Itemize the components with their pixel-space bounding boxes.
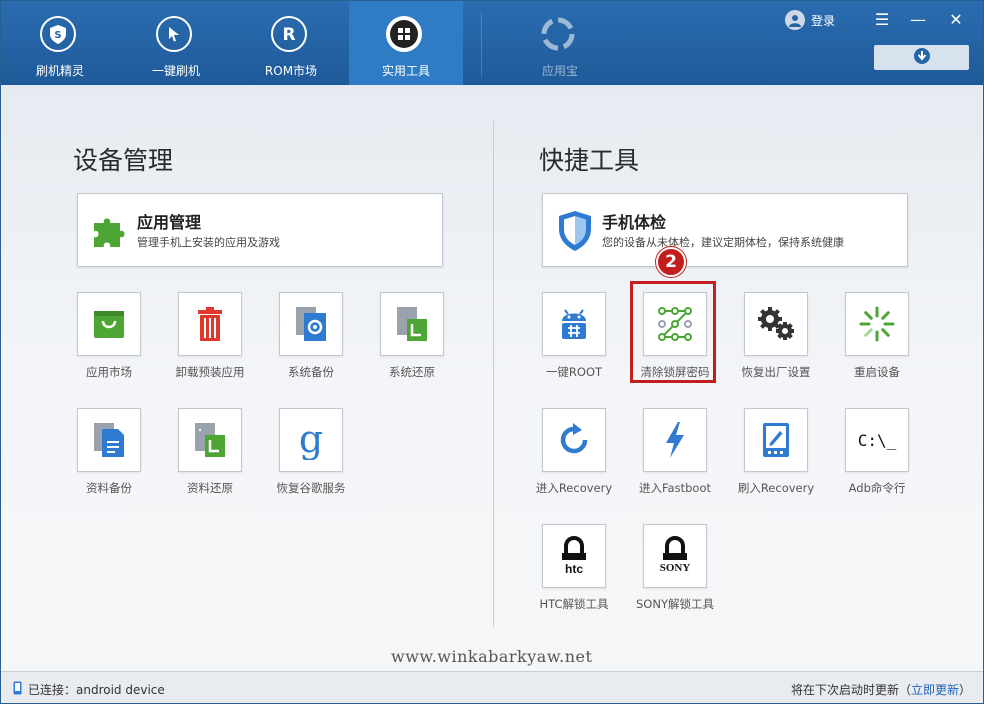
app-management-subtitle: 管理手机上安装的应用及游戏 bbox=[137, 236, 280, 249]
status-bar: 已连接：android device 将在下次启动时更新（立即更新） bbox=[1, 671, 983, 703]
tool-label: 恢复谷歌服务 bbox=[276, 481, 346, 495]
system-restore-icon bbox=[380, 292, 444, 356]
tool-system-backup[interactable]: 系统备份 bbox=[261, 292, 361, 392]
terminal-glyph: C:\_ bbox=[857, 430, 897, 450]
menu-button[interactable]: ☰ bbox=[871, 9, 893, 31]
shield-check-icon bbox=[555, 209, 595, 253]
htc-brand-text: htc bbox=[565, 562, 583, 576]
data-backup-icon bbox=[77, 408, 141, 472]
lightning-icon bbox=[643, 408, 707, 472]
tool-label: SONY解锁工具 bbox=[636, 597, 714, 611]
device-section-title: 设备管理 bbox=[73, 146, 174, 175]
tool-label: Adb命令行 bbox=[848, 481, 906, 495]
login-label: 登录 bbox=[811, 13, 836, 28]
quick-section-title: 快捷工具 bbox=[539, 146, 640, 175]
tab-app-store[interactable]: 应用宝 bbox=[503, 1, 617, 85]
trash-icon bbox=[178, 292, 242, 356]
minimize-button[interactable]: — bbox=[907, 9, 929, 31]
gears-icon bbox=[744, 292, 808, 356]
tool-enter-fastboot[interactable]: 进入Fastboot bbox=[625, 408, 725, 508]
phone-checkup-subtitle: 您的设备从未体检，建议定期体检，保持系统健康 bbox=[602, 236, 844, 249]
tool-flash-recovery[interactable]: 刷入Recovery bbox=[726, 408, 826, 508]
pattern-lock-icon bbox=[643, 292, 707, 356]
connection-text: 已连接：android device bbox=[28, 683, 165, 697]
tool-data-restore[interactable]: 资料还原 bbox=[160, 408, 260, 508]
update-close-paren: ） bbox=[958, 683, 971, 697]
svg-text:R: R bbox=[282, 25, 295, 44]
refresh-arrow-icon bbox=[542, 408, 606, 472]
close-button[interactable]: ✕ bbox=[945, 9, 967, 31]
step-badge: 2 bbox=[656, 247, 686, 277]
sony-lock-icon: SONY bbox=[643, 524, 707, 588]
update-now-link[interactable]: 立即更新 bbox=[911, 683, 959, 697]
app-window: S 刷机精灵 一键刷机 R ROM市场 实用工具 应用宝 登录 ☰ — ✕ 设备… bbox=[0, 0, 984, 704]
tool-adb-command-line[interactable]: C:\_ Adb命令行 bbox=[827, 408, 927, 508]
loading-spinner-icon bbox=[845, 292, 909, 356]
android-root-icon bbox=[542, 292, 606, 356]
app-store-icon bbox=[540, 16, 576, 52]
tab-utilities[interactable]: 实用工具 bbox=[349, 1, 463, 85]
tool-clear-lock-password[interactable]: 清除锁屏密码 bbox=[625, 292, 725, 392]
tool-htc-unlock[interactable]: htc HTC解锁工具 bbox=[524, 524, 624, 624]
tab-label: ROM市场 bbox=[264, 64, 318, 78]
tool-label: 重启设备 bbox=[854, 365, 900, 379]
tab-shuaji-jingling[interactable]: S 刷机精灵 bbox=[3, 1, 117, 85]
cursor-icon bbox=[156, 16, 192, 52]
download-arrow-icon bbox=[913, 47, 931, 69]
rom-r-icon: R bbox=[271, 16, 307, 52]
main-content: 设备管理 应用管理 管理手机上安装的应用及游戏 应用市场 卸载预装应用 系统备份… bbox=[1, 85, 983, 671]
svg-text:g: g bbox=[299, 420, 323, 460]
app-management-title: 应用管理 bbox=[137, 213, 202, 232]
login-button[interactable]: 登录 bbox=[785, 10, 835, 30]
phone-checkup-card[interactable]: 手机体检 您的设备从未体检，建议定期体检，保持系统健康 bbox=[542, 193, 908, 267]
tab-label: 刷机精灵 bbox=[35, 64, 84, 78]
htc-lock-icon: htc bbox=[542, 524, 606, 588]
tool-factory-reset[interactable]: 恢复出厂设置 bbox=[726, 292, 826, 392]
data-restore-icon bbox=[178, 408, 242, 472]
download-button[interactable] bbox=[874, 45, 969, 70]
terminal-icon: C:\_ bbox=[845, 408, 909, 472]
update-notice: 将在下次启动时更新（立即更新） bbox=[791, 681, 971, 698]
tool-enter-recovery[interactable]: 进入Recovery bbox=[524, 408, 624, 508]
connection-status: 已连接：android device bbox=[13, 681, 165, 698]
tool-system-restore[interactable]: 系统还原 bbox=[362, 292, 462, 392]
google-g-icon: g bbox=[279, 408, 343, 472]
user-avatar-icon bbox=[785, 10, 805, 30]
tool-label: 系统还原 bbox=[389, 365, 435, 379]
tablet-edit-icon bbox=[744, 408, 808, 472]
tab-label: 一键刷机 bbox=[151, 64, 200, 78]
app-management-card[interactable]: 应用管理 管理手机上安装的应用及游戏 bbox=[77, 193, 443, 267]
section-divider bbox=[493, 121, 494, 627]
update-text: 将在下次启动时更新（ bbox=[790, 683, 911, 697]
tool-restore-google-services[interactable]: g 恢复谷歌服务 bbox=[261, 408, 361, 508]
watermark-text: www.winkabarkyaw.net bbox=[391, 647, 593, 666]
tab-one-click-flash[interactable]: 一键刷机 bbox=[119, 1, 233, 85]
tab-rom-market[interactable]: R ROM市场 bbox=[234, 1, 348, 85]
svg-text:S: S bbox=[54, 30, 61, 41]
tool-uninstall-preinstalled[interactable]: 卸载预装应用 bbox=[160, 292, 260, 392]
tool-reboot-device[interactable]: 重启设备 bbox=[827, 292, 927, 392]
tab-label: 实用工具 bbox=[381, 64, 430, 78]
shopping-bag-icon bbox=[77, 292, 141, 356]
grid-icon bbox=[386, 16, 422, 52]
sony-brand-text: SONY bbox=[659, 562, 691, 574]
system-backup-icon bbox=[279, 292, 343, 356]
tool-sony-unlock[interactable]: SONY SONY解锁工具 bbox=[625, 524, 725, 624]
phone-checkup-title: 手机体检 bbox=[602, 213, 667, 232]
tool-data-backup[interactable]: 资料备份 bbox=[59, 408, 159, 508]
tool-app-market[interactable]: 应用市场 bbox=[59, 292, 159, 392]
tool-one-click-root[interactable]: 一键ROOT bbox=[524, 292, 624, 392]
shield-s-icon: S bbox=[40, 16, 76, 52]
puzzle-icon bbox=[90, 209, 130, 253]
tab-label: 应用宝 bbox=[541, 64, 578, 78]
phone-icon bbox=[13, 681, 22, 698]
header-divider bbox=[481, 13, 482, 77]
top-nav-bar: S 刷机精灵 一键刷机 R ROM市场 实用工具 应用宝 登录 ☰ — ✕ bbox=[1, 1, 983, 85]
